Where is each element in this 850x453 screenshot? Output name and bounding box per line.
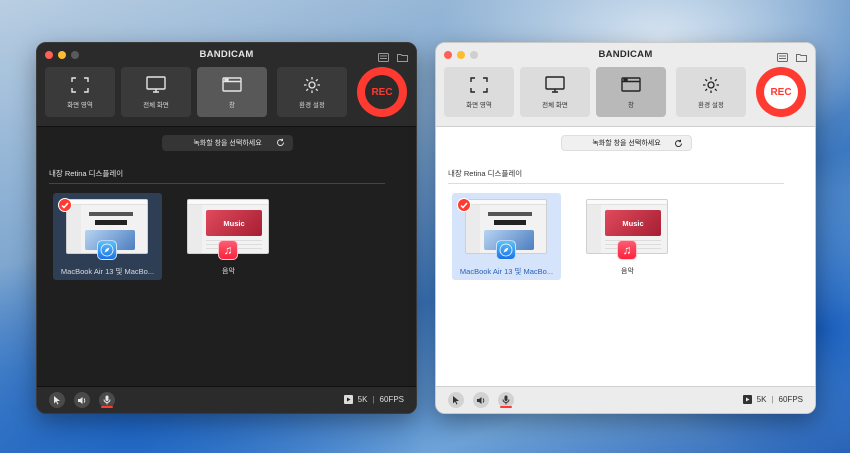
- checkmark-icon: [457, 198, 471, 212]
- settings-button[interactable]: 환경 설정: [676, 67, 746, 117]
- bottom-bar: 5K | 60FPS: [37, 386, 416, 413]
- output-format[interactable]: 5K | 60FPS: [343, 395, 404, 404]
- gear-icon: [701, 76, 721, 94]
- music-banner-text: Music: [605, 210, 661, 236]
- safari-icon: [496, 240, 516, 260]
- rec-label: REC: [365, 75, 399, 109]
- mode-label: 전체 화면: [143, 101, 169, 109]
- refresh-icon[interactable]: [276, 138, 285, 149]
- cursor-toggle-button[interactable]: [49, 392, 65, 408]
- toolbar: BANDICAM 화면 영역 전체 화면 창 환경 설정 REC: [37, 43, 416, 127]
- window-thumbnail-music[interactable]: Music ♫ 음악: [174, 193, 283, 280]
- thumbnail-label: 음악: [621, 268, 634, 275]
- format-separator: |: [771, 395, 774, 404]
- window-thumbnail-music[interactable]: Music ♫ 음악: [573, 193, 682, 280]
- microphone-toggle-button[interactable]: [498, 392, 514, 408]
- divider: [448, 183, 784, 184]
- music-icon: ♫: [617, 240, 637, 260]
- play-icon: [343, 395, 353, 404]
- mode-label: 전체 화면: [542, 101, 568, 109]
- folder-icon[interactable]: [397, 49, 408, 62]
- fullscreen-monitor-icon: [146, 76, 166, 94]
- mode-fullscreen-button[interactable]: 전체 화면: [520, 67, 590, 117]
- bandicam-window-light: BANDICAM 화면 영역 전체 화면 창 환경 설정 REC 녹화할 창을 …: [435, 42, 816, 414]
- thumbnail-label: MacBook Air 13 및 MacBo...: [459, 267, 554, 276]
- mode-label: 창: [229, 101, 235, 109]
- screen-region-icon: [70, 76, 90, 94]
- mode-label: 창: [628, 101, 634, 109]
- gear-icon: [302, 76, 322, 94]
- window-thumbnail-safari[interactable]: MacBook Air 13 및 MacBo...: [53, 193, 162, 280]
- window-thumbnail-safari[interactable]: MacBook Air 13 및 MacBo...: [452, 193, 561, 280]
- video-list-icon[interactable]: [777, 49, 788, 62]
- fps-text: 60FPS: [778, 395, 803, 404]
- thumbnail-label: MacBook Air 13 및 MacBo...: [60, 267, 155, 276]
- window-icon: [222, 76, 242, 94]
- toolbar: BANDICAM 화면 영역 전체 화면 창 환경 설정 REC: [436, 43, 815, 127]
- mode-label: 화면 영역: [67, 101, 93, 109]
- safari-icon: [97, 240, 117, 260]
- app-title: BANDICAM: [598, 49, 653, 60]
- checkmark-icon: [58, 198, 72, 212]
- mode-window-button[interactable]: 창: [197, 67, 267, 117]
- mode-screen-region-button[interactable]: 화면 영역: [45, 67, 115, 117]
- screen-region-icon: [469, 76, 489, 94]
- resolution-text: 5K: [357, 395, 368, 404]
- video-list-icon[interactable]: [378, 49, 389, 62]
- speaker-toggle-button[interactable]: [74, 392, 90, 408]
- app-title: BANDICAM: [199, 49, 254, 60]
- display-section-label: 내장 Retina 디스플레이: [49, 169, 124, 178]
- divider: [49, 183, 385, 184]
- mode-fullscreen-button[interactable]: 전체 화면: [121, 67, 191, 117]
- music-banner-text: Music: [206, 210, 262, 236]
- select-window-prompt[interactable]: 녹화할 창을 선택하세요: [561, 135, 692, 151]
- mode-label: 환경 설정: [299, 101, 325, 109]
- rec-button[interactable]: REC: [357, 67, 407, 117]
- refresh-icon[interactable]: [674, 139, 683, 150]
- cursor-toggle-button[interactable]: [448, 392, 464, 408]
- music-icon: ♫: [218, 240, 238, 260]
- format-separator: |: [372, 395, 375, 404]
- microphone-toggle-button[interactable]: [99, 392, 115, 408]
- output-format[interactable]: 5K | 60FPS: [742, 395, 803, 404]
- settings-button[interactable]: 환경 설정: [277, 67, 347, 117]
- bottom-bar: 5K | 60FPS: [436, 386, 815, 413]
- resolution-text: 5K: [756, 395, 767, 404]
- rec-label: REC: [764, 75, 798, 109]
- select-window-prompt[interactable]: 녹화할 창을 선택하세요: [162, 135, 293, 151]
- mode-window-button[interactable]: 창: [596, 67, 666, 117]
- folder-icon[interactable]: [796, 49, 807, 62]
- select-prompt-text: 녹화할 창을 선택하세요: [592, 140, 661, 147]
- window-icon: [621, 76, 641, 94]
- select-prompt-text: 녹화할 창을 선택하세요: [193, 140, 262, 147]
- mode-screen-region-button[interactable]: 화면 영역: [444, 67, 514, 117]
- rec-button[interactable]: REC: [756, 67, 806, 117]
- mode-label: 환경 설정: [698, 101, 724, 109]
- play-icon: [742, 395, 752, 404]
- display-section-label: 내장 Retina 디스플레이: [448, 169, 523, 178]
- mode-label: 화면 영역: [466, 101, 492, 109]
- fullscreen-monitor-icon: [545, 76, 565, 94]
- speaker-toggle-button[interactable]: [473, 392, 489, 408]
- thumbnail-label: 음악: [222, 268, 235, 275]
- fps-text: 60FPS: [379, 395, 404, 404]
- bandicam-window-dark: BANDICAM 화면 영역 전체 화면 창 환경 설정 REC 녹화할 창을 …: [36, 42, 417, 414]
